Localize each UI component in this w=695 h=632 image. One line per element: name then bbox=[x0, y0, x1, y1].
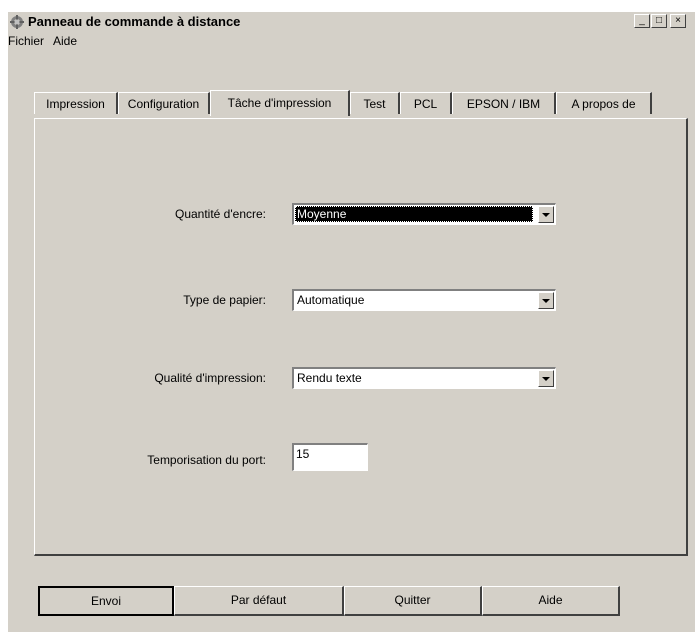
send-button[interactable]: Envoi bbox=[38, 586, 174, 616]
help-button[interactable]: Aide bbox=[482, 586, 620, 616]
tab-label: A propos de bbox=[571, 97, 636, 111]
paper-type-value: Automatique bbox=[297, 293, 365, 307]
tab-label: EPSON / IBM bbox=[466, 97, 541, 111]
tab-pcl[interactable]: PCL bbox=[400, 92, 452, 114]
help-button-label: Aide bbox=[538, 593, 563, 607]
minimize-icon: _ bbox=[639, 15, 645, 26]
tab-tache-impression[interactable]: Tâche d'impression bbox=[210, 90, 350, 116]
maximize-button[interactable]: □ bbox=[651, 14, 667, 28]
print-quality-select[interactable]: Rendu texte bbox=[292, 367, 556, 389]
app-window: Panneau de commande à distance _ □ × Fic… bbox=[8, 12, 695, 632]
tab-a-propos[interactable]: A propos de bbox=[556, 92, 652, 114]
ink-quantity-label: Quantité d'encre: bbox=[174, 207, 266, 221]
minimize-button[interactable]: _ bbox=[634, 14, 650, 28]
menu-fichier[interactable]: Fichier bbox=[8, 34, 44, 48]
menu-aide[interactable]: Aide bbox=[53, 34, 77, 48]
ink-quantity-select[interactable]: Moyenne bbox=[292, 203, 556, 225]
port-timeout-label: Temporisation du port: bbox=[147, 453, 266, 467]
print-quality-value: Rendu texte bbox=[297, 371, 362, 385]
port-timeout-value: 15 bbox=[296, 447, 310, 461]
chevron-down-icon bbox=[542, 213, 550, 217]
tab-epson-ibm[interactable]: EPSON / IBM bbox=[452, 92, 556, 114]
quit-button-label: Quitter bbox=[394, 593, 431, 607]
title-bar[interactable]: Panneau de commande à distance _ □ × bbox=[8, 12, 695, 32]
tab-panel: Quantité d'encre: Moyenne Type de papier… bbox=[34, 118, 688, 556]
maximize-icon: □ bbox=[655, 15, 663, 26]
tab-label: Configuration bbox=[127, 97, 200, 111]
tab-label: PCL bbox=[413, 97, 438, 111]
port-timeout-input[interactable]: 15 bbox=[292, 443, 368, 471]
default-button[interactable]: Par défaut bbox=[174, 586, 344, 616]
paper-type-label: Type de papier: bbox=[183, 293, 266, 307]
close-button[interactable]: × bbox=[670, 14, 686, 28]
tab-label: Test bbox=[363, 97, 386, 111]
tab-test[interactable]: Test bbox=[350, 92, 400, 114]
tab-impression[interactable]: Impression bbox=[34, 92, 118, 114]
paper-type-select[interactable]: Automatique bbox=[292, 289, 556, 311]
quit-button[interactable]: Quitter bbox=[344, 586, 482, 616]
print-quality-label: Qualité d'impression: bbox=[154, 371, 266, 385]
ink-quantity-value: Moyenne bbox=[295, 206, 533, 222]
dropdown-button[interactable] bbox=[538, 292, 554, 309]
tab-label: Impression bbox=[46, 97, 105, 111]
send-button-label: Envoi bbox=[90, 594, 122, 608]
close-icon: × bbox=[675, 15, 681, 26]
window-title: Panneau de commande à distance bbox=[28, 14, 241, 29]
dropdown-button[interactable] bbox=[538, 206, 554, 223]
menu-bar: Fichier Aide bbox=[8, 33, 695, 51]
tab-configuration[interactable]: Configuration bbox=[118, 92, 210, 114]
dropdown-button[interactable] bbox=[538, 370, 554, 387]
chevron-down-icon bbox=[542, 299, 550, 303]
default-button-label: Par défaut bbox=[230, 593, 287, 607]
tab-label: Tâche d'impression bbox=[227, 96, 332, 110]
chevron-down-icon bbox=[542, 377, 550, 381]
printer-gear-icon bbox=[10, 15, 24, 29]
